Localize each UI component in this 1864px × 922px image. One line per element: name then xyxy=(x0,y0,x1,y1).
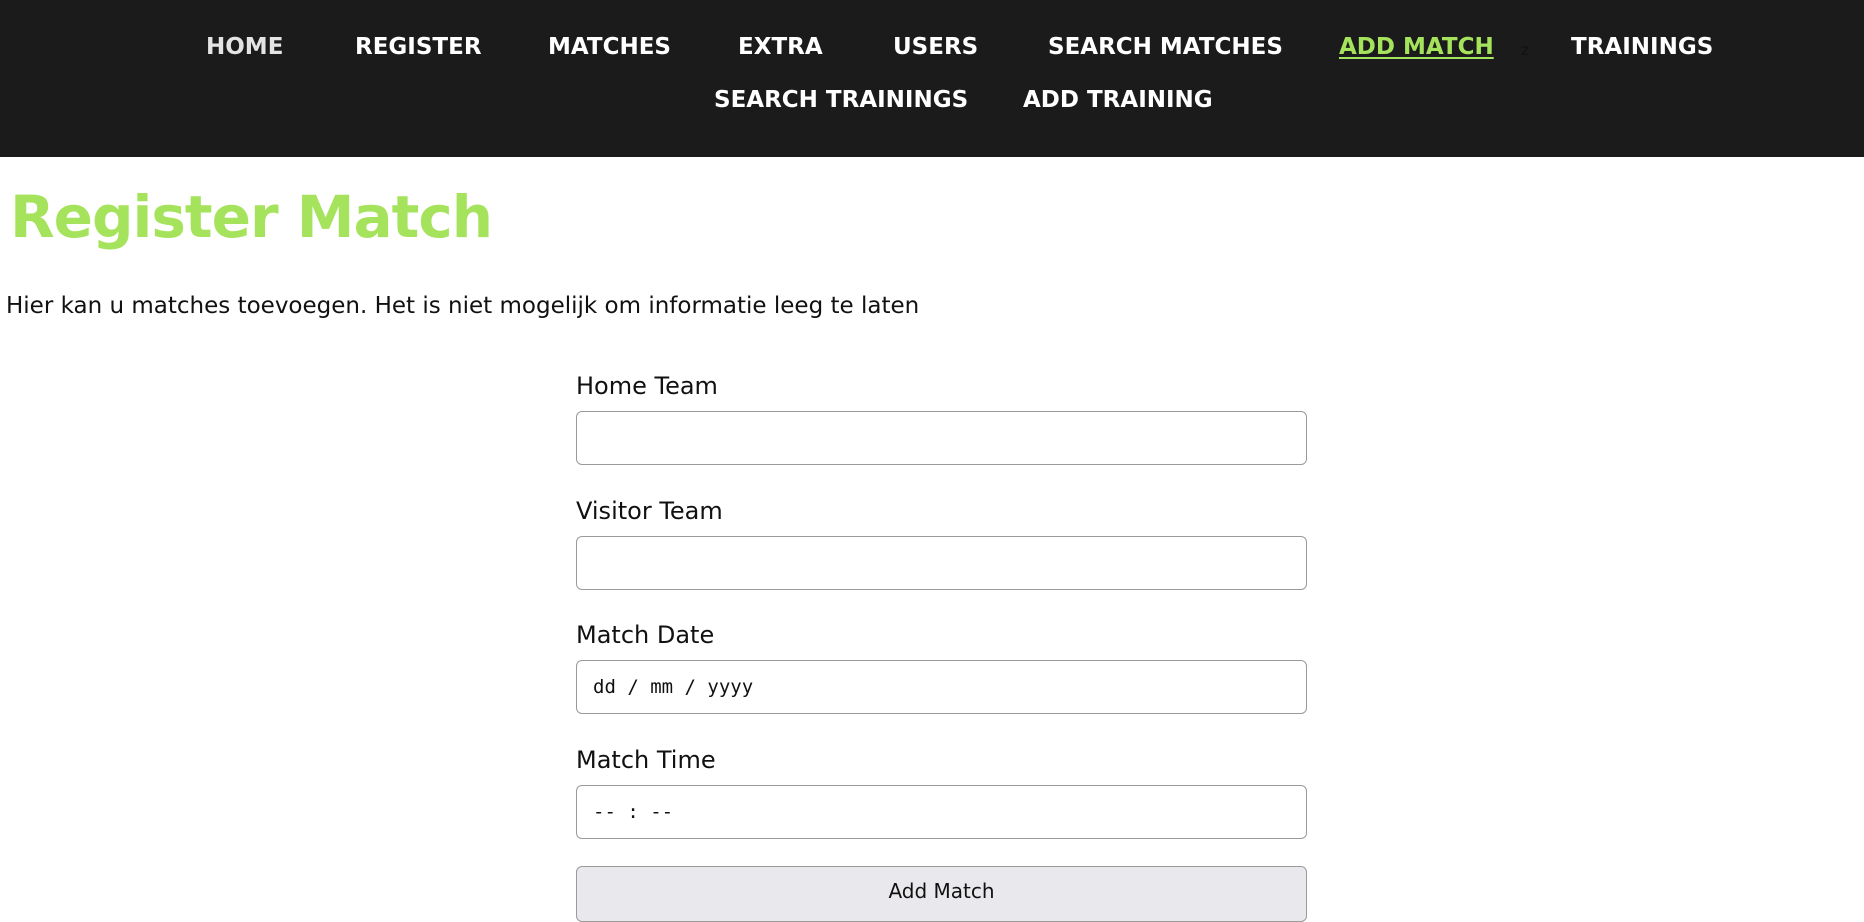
match-date-input[interactable] xyxy=(576,660,1307,714)
nav-link-extra[interactable]: EXTRA xyxy=(738,36,823,59)
intro-text: Hier kan u matches toevoegen. Het is nie… xyxy=(6,293,920,319)
top-navigation-bar: HOME REGISTER MATCHES EXTRA USERS SEARCH… xyxy=(0,0,1864,157)
nav-link-matches[interactable]: MATCHES xyxy=(548,36,671,59)
stray-character: z xyxy=(1521,41,1529,59)
home-team-label: Home Team xyxy=(576,372,718,400)
visitor-team-label: Visitor Team xyxy=(576,497,723,525)
nav-link-users[interactable]: USERS xyxy=(893,36,978,59)
nav-link-add-training[interactable]: ADD TRAINING xyxy=(1023,89,1213,112)
match-time-label: Match Time xyxy=(576,746,716,774)
add-match-button[interactable]: Add Match xyxy=(576,866,1307,922)
page-title: Register Match xyxy=(10,183,493,251)
match-date-label: Match Date xyxy=(576,621,715,649)
home-team-input[interactable] xyxy=(576,411,1307,465)
nav-link-add-match[interactable]: ADD MATCH xyxy=(1339,36,1494,59)
nav-link-search-matches[interactable]: SEARCH MATCHES xyxy=(1048,36,1283,59)
nav-link-trainings[interactable]: TRAININGS xyxy=(1571,36,1713,59)
match-time-input[interactable] xyxy=(576,785,1307,839)
nav-link-search-trainings[interactable]: SEARCH TRAININGS xyxy=(714,89,968,112)
nav-link-register[interactable]: REGISTER xyxy=(355,36,482,59)
nav-link-home[interactable]: HOME xyxy=(206,36,283,59)
visitor-team-input[interactable] xyxy=(576,536,1307,590)
